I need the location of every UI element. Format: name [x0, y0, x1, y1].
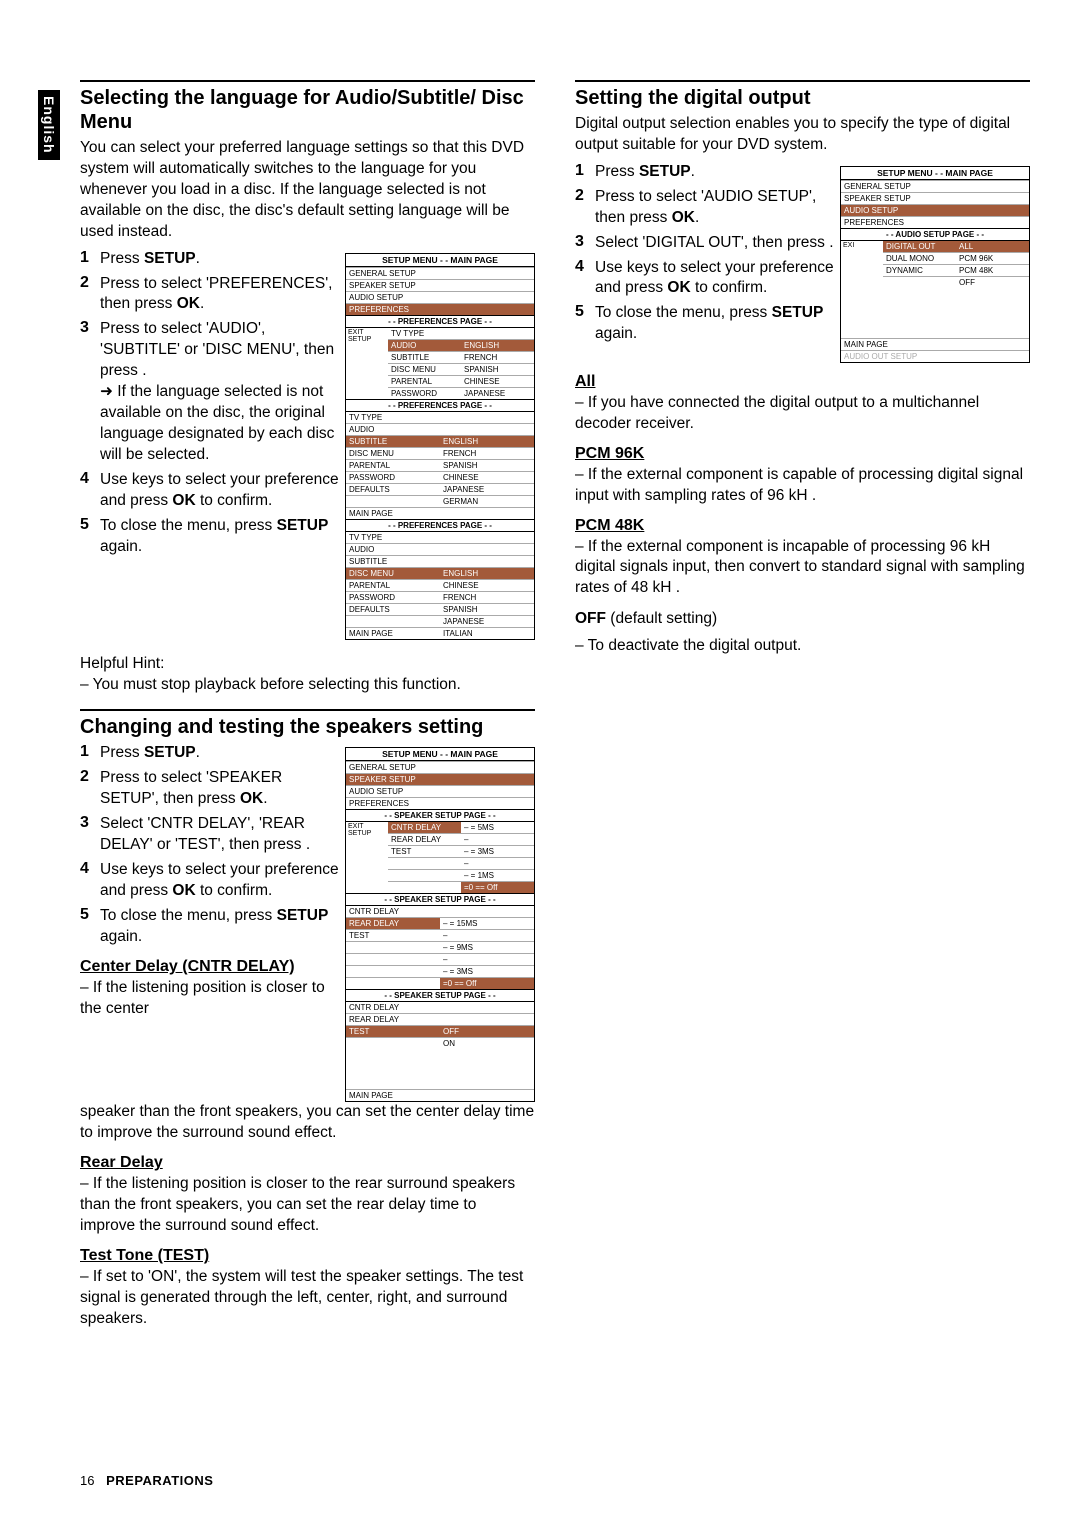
subheading: Center Delay (CNTR DELAY) [80, 958, 339, 976]
step: Press to select 'AUDIO SETUP', then pres… [595, 187, 834, 229]
step: To close the menu, press SETUP again. [595, 303, 834, 345]
setup-menu-main: SETUP MENU - - MAIN PAGE GENERAL SETUP S… [345, 253, 535, 640]
section-intro: You can select your preferred language s… [80, 138, 535, 243]
step: Select 'CNTR DELAY', 'REAR DELAY' or 'TE… [100, 814, 339, 856]
section-intro: Digital output selection enables you to … [575, 114, 1030, 156]
paragraph: – If you have connected the digital outp… [575, 393, 1030, 435]
paragraph: – If the listening position is closer to… [80, 1174, 535, 1237]
section-heading: Changing and testing the speakers settin… [80, 715, 535, 739]
subheading: PCM 48K [575, 517, 1030, 535]
subheading: PCM 96K [575, 445, 1030, 463]
audio-setup-menu: SETUP MENU - - MAIN PAGE GENERAL SETUP S… [840, 166, 1030, 363]
step: Press SETUP. [595, 162, 695, 183]
step: To close the menu, press SETUP again. [100, 516, 339, 558]
paragraph: – If set to 'ON', the system will test t… [80, 1267, 535, 1330]
step: Press to select 'AUDIO', 'SUBTITLE' or '… [100, 319, 339, 465]
section-heading: Selecting the language for Audio/Subtitl… [80, 86, 535, 134]
subheading: Rear Delay [80, 1154, 535, 1172]
paragraph: speaker than the front speakers, you can… [80, 1102, 535, 1144]
step: Press SETUP. [100, 743, 200, 764]
speaker-setup-menu: SETUP MENU - - MAIN PAGE GENERAL SETUP S… [345, 747, 535, 1102]
language-tab: English [38, 90, 60, 160]
paragraph: – If the external component is capable o… [575, 465, 1030, 507]
step: Use keys to select your preference and p… [100, 470, 339, 512]
step: Use keys to select your preference and p… [100, 860, 339, 902]
paragraph: OFF (default setting) [575, 609, 1030, 630]
left-column: Selecting the language for Audio/Subtitl… [80, 80, 535, 1336]
subheading: All [575, 373, 1030, 391]
step: Press SETUP. [100, 249, 200, 270]
step: Press to select 'PREFERENCES', then pres… [100, 274, 339, 316]
step: Press to select 'SPEAKER SETUP', then pr… [100, 768, 339, 810]
paragraph: – If the listening position is closer to… [80, 978, 339, 1020]
helpful-hint: Helpful Hint: – You must stop playback b… [80, 654, 535, 696]
paragraph: – To deactivate the digital output. [575, 636, 1030, 657]
right-column: Setting the digital output Digital outpu… [575, 80, 1030, 1336]
step: Select 'DIGITAL OUT', then press . [595, 233, 834, 254]
page-footer: 16 PREPARATIONS [80, 1473, 213, 1488]
step: To close the menu, press SETUP again. [100, 906, 339, 948]
subheading: Test Tone (TEST) [80, 1247, 535, 1265]
paragraph: – If the external component is incapable… [575, 537, 1030, 600]
step: Use keys to select your preference and p… [595, 258, 834, 300]
section-heading: Setting the digital output [575, 86, 1030, 110]
